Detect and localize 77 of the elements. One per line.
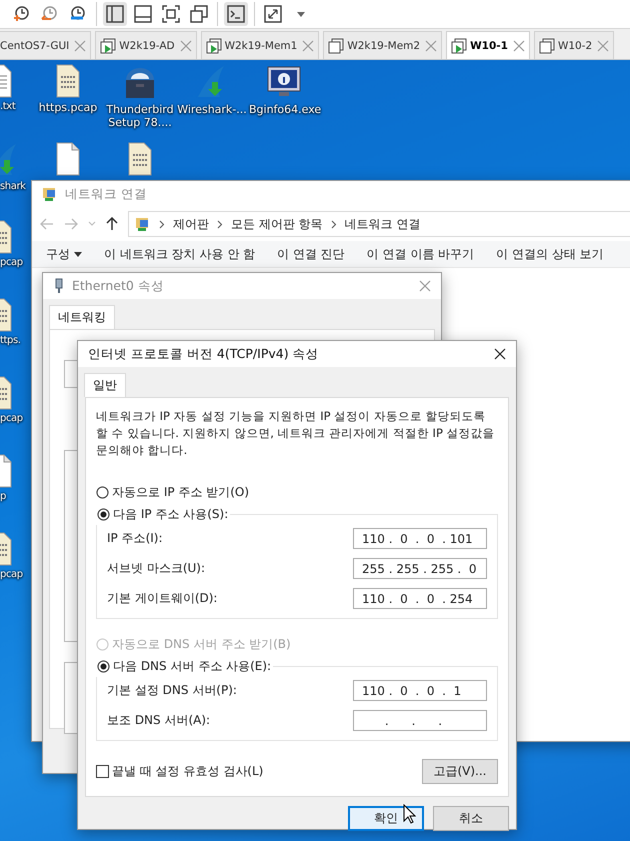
- radio-option[interactable]: 다음 IP 주소 사용(S):: [97, 503, 228, 525]
- desktop-icon-label[interactable]: Wireshark-...: [177, 103, 247, 116]
- field-label: 기본 설정 DNS 서버(P):: [107, 682, 237, 699]
- chevron-icon: [330, 220, 337, 228]
- tab-label: W2k19-Mem1: [224, 40, 298, 52]
- ip-address-field[interactable]: 110 . 0 . 0 . 1: [353, 680, 487, 701]
- sidebar-layout-button[interactable]: [103, 2, 127, 26]
- desktop-icon-label[interactable]: pcap: [0, 413, 23, 425]
- tab-label: CentOS7-GUI: [0, 40, 70, 52]
- vm-tab[interactable]: CentOS7-GUI: [0, 31, 92, 59]
- dialog-button[interactable]: 확인: [348, 806, 424, 831]
- chevron-icon: [217, 220, 223, 228]
- page-icon: [54, 142, 82, 176]
- desktop-icon-label[interactable]: Thunderbird Setup 78....: [105, 103, 175, 130]
- desktop-icon-label[interactable]: pcap: [0, 569, 23, 581]
- binary-file-icon: [54, 64, 82, 98]
- advanced-button[interactable]: 고급(V)...: [422, 759, 498, 784]
- console-button[interactable]: [224, 2, 248, 26]
- tab-label: W10-2: [558, 40, 592, 52]
- command-button[interactable]: 구성: [46, 246, 82, 262]
- dialog-title: 인터넷 프로토콜 버전 4(TCP/IPv4) 속성: [88, 346, 319, 362]
- field-label: 서브넷 마스크(U):: [107, 560, 206, 577]
- desktop-icon-label[interactable]: .txt: [0, 101, 16, 113]
- vm-tab[interactable]: W10-2: [534, 31, 614, 59]
- vm-tab[interactable]: W2k19-Mem2: [323, 31, 442, 59]
- command-button[interactable]: 이 네트워크 장치 사용 안 함: [104, 246, 256, 262]
- binary-file-icon: [126, 142, 154, 176]
- mouse-pointer-icon: [403, 804, 416, 824]
- caret-icon: [74, 252, 82, 256]
- dialog-title: Ethernet0 속성: [72, 278, 164, 294]
- control-panel-icon: [135, 216, 151, 232]
- command-button[interactable]: 이 연결의 상태 보기: [496, 246, 604, 262]
- tab-label: W2k19-Mem2: [347, 40, 420, 52]
- desktop-icon-label[interactable]: https.pcap: [33, 101, 103, 114]
- breadcrumb[interactable]: 네트워크 연결: [344, 216, 420, 232]
- dialog-tab[interactable]: 네트워킹: [49, 305, 115, 329]
- vm-tab[interactable]: W10-1: [446, 31, 530, 59]
- network-folder-icon: [42, 186, 58, 202]
- breadcrumb[interactable]: 제어판: [173, 216, 209, 232]
- desktop-icon-label[interactable]: p: [0, 491, 6, 503]
- stretch-icon: [262, 3, 284, 25]
- desktop-icon-label[interactable]: ttps.: [0, 335, 21, 347]
- tab-label: W2k19-AD: [119, 40, 175, 52]
- tab-label: W10-1: [470, 40, 508, 52]
- description-text: 네트워크가 IP 자동 설정 기능을 지원하면 IP 설정이 자동으로 할당되도록 할 수 있습니다. 지원하지 않으면, 네트워크 관리자에게 적절한 IP 설정값을 문의해야 합니다.: [96, 408, 496, 459]
- desktop-icon-label[interactable]: shark: [0, 181, 26, 193]
- vm-tab[interactable]: W2k19-Mem1: [200, 31, 320, 59]
- console-icon: [225, 3, 247, 25]
- caret-icon: [297, 12, 305, 16]
- up-arrow-icon[interactable]: [106, 217, 118, 231]
- field-label: IP 주소(I):: [107, 530, 163, 547]
- ip-address-field[interactable]: 110 . 0 . 0 . 254: [353, 588, 487, 609]
- windows-icon: [188, 3, 210, 25]
- fit-screen-icon: [160, 3, 182, 25]
- ip-address-field[interactable]: 255 . 255 . 255 . 0: [353, 558, 487, 579]
- radio-option[interactable]: 자동으로 IP 주소 받기(O): [96, 481, 498, 503]
- field-label: 보조 DNS 서버(A):: [107, 712, 210, 729]
- address-bar[interactable]: 제어판 모든 제어판 항목 네트워크 연결: [128, 211, 630, 237]
- ip-address-field[interactable]: . . .: [353, 710, 487, 731]
- validate-checkbox[interactable]: 끝낼 때 설정 유효성 검사(L): [96, 763, 264, 780]
- vm-tab[interactable]: W2k19-AD: [95, 31, 197, 59]
- chevron-icon: [159, 220, 165, 228]
- close-icon[interactable]: [494, 348, 506, 360]
- desktop-icon-label[interactable]: Bginfo64.exe: [249, 103, 319, 116]
- sidebar-layout-icon: [104, 3, 126, 25]
- ip-address-field[interactable]: 110 . 0 . 0 . 101: [353, 528, 487, 549]
- window-title: 네트워크 연결: [65, 186, 147, 202]
- radio-option[interactable]: 다음 DNS 서버 주소 사용(E):: [97, 655, 272, 677]
- desktop-icon-label[interactable]: pcap: [0, 257, 23, 269]
- dialog-tab[interactable]: 일반: [84, 373, 126, 397]
- command-button[interactable]: 이 연결 진단: [277, 246, 345, 262]
- dialog-button[interactable]: 취소: [433, 806, 509, 831]
- field-label: 기본 게이트웨이(D):: [107, 590, 218, 607]
- bottom-panel-icon: [132, 3, 154, 25]
- command-button[interactable]: 이 연결 이름 바꾸기: [366, 246, 474, 262]
- breadcrumb[interactable]: 모든 제어판 항목: [231, 216, 323, 232]
- network-adapter-icon: [53, 278, 65, 294]
